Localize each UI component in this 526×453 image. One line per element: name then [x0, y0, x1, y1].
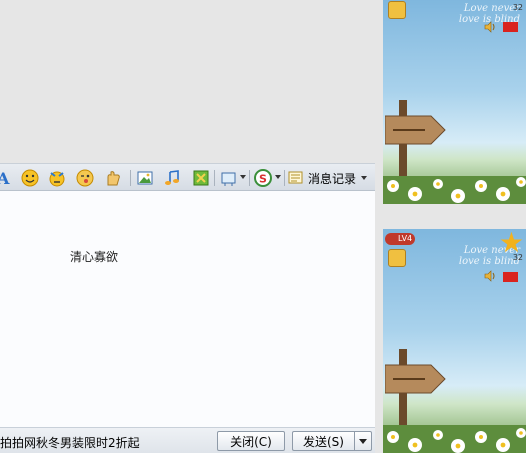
soso-icon[interactable]: S	[253, 168, 273, 188]
chat-toolbar: A S 消息记录	[0, 163, 375, 191]
star-count: 32	[512, 3, 523, 12]
message-input[interactable]: 清心寡欲	[0, 191, 375, 427]
emoticon-icon[interactable]	[20, 168, 40, 188]
speaker-icon[interactable]	[484, 21, 496, 33]
star-count: 32	[512, 253, 523, 262]
ad-link[interactable]: 拍拍网秋冬男装限时2折起	[0, 434, 140, 451]
chevron-down-icon	[361, 176, 368, 180]
toolbar-divider	[214, 170, 215, 186]
script-line-1: Love never	[463, 3, 520, 14]
soso-dropdown-arrow[interactable]	[275, 175, 281, 179]
input-text: 清心寡欲	[70, 250, 119, 264]
speaker-icon[interactable]	[484, 270, 496, 282]
panel-divider[interactable]	[375, 0, 383, 453]
svg-text:A: A	[0, 169, 10, 187]
magic-emoticon-icon[interactable]	[47, 168, 67, 188]
bottom-bar: 拍拍网秋冬男装限时2折起 关闭(C) 发送(S)	[0, 427, 375, 453]
send-image-icon[interactable]	[135, 168, 155, 188]
screenshot-icon[interactable]	[219, 168, 239, 188]
message-history-button[interactable]: 消息记录	[288, 167, 372, 189]
close-button[interactable]: 关闭(C)	[217, 431, 285, 451]
svg-text:S: S	[259, 173, 267, 186]
wink-icon[interactable]	[75, 168, 95, 188]
chat-history-pane	[0, 0, 375, 163]
message-history-label: 消息记录	[308, 171, 357, 186]
toolbar-divider	[284, 170, 285, 186]
send-button[interactable]: 发送(S)	[292, 431, 354, 451]
daisy-field-icon	[383, 176, 526, 204]
music-icon[interactable]	[162, 168, 182, 188]
flag-icon	[503, 22, 518, 32]
shake-window-icon[interactable]	[103, 168, 123, 188]
profile-show-panel: Love never love is blind 32 LV4 Love nev…	[383, 0, 526, 453]
apps-icon[interactable]	[191, 168, 211, 188]
font-icon[interactable]: A	[0, 168, 14, 188]
flag-icon	[503, 272, 518, 282]
toolbar-divider	[130, 170, 131, 186]
qq-show-mascot-icon	[388, 249, 406, 267]
toolbar-divider	[249, 170, 250, 186]
level-badge: LV4	[385, 233, 416, 245]
daisy-field-icon	[383, 425, 526, 453]
contact-show-image: Love never love is blind 32	[383, 0, 526, 204]
chevron-down-icon	[359, 438, 367, 444]
qq-show-mascot-icon	[388, 1, 406, 19]
message-history-icon	[288, 171, 303, 184]
screenshot-dropdown-arrow[interactable]	[240, 175, 246, 179]
send-options-button[interactable]	[354, 431, 372, 451]
my-show-image: LV4 Love never love is blind ★ 32	[383, 229, 526, 453]
